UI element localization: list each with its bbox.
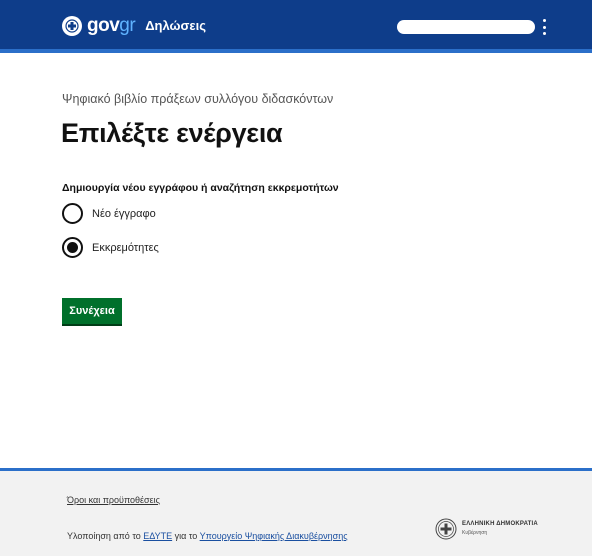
logo-text-gr: gr [119, 15, 136, 36]
gov-mark-text: ΕΛΛΗΝΙΚΗ ΔΗΜΟΚΡΑΤΙΑ Κυβέρνηση [462, 520, 538, 538]
edyte-link[interactable]: ΕΔΥΤΕ [143, 531, 172, 541]
radio-button-pending[interactable] [62, 237, 83, 258]
kebab-dot [542, 19, 546, 22]
top-navbar: govgr Δηλώσεις [0, 0, 592, 53]
gov-mark-subtitle: Κυβέρνηση [462, 530, 488, 536]
govgr-logo[interactable]: govgr Δηλώσεις [62, 14, 206, 38]
radio-option-new-document[interactable]: Νέο έγγραφο [62, 203, 156, 224]
page-caption: Ψηφιακό βιβλίο πράξεων συλλόγου διδασκόν… [62, 92, 334, 106]
implementation-credit: Υλοποίηση από το ΕΔΥΤΕ για το Υπουργείο … [67, 531, 348, 541]
logo-wordmark: govgr [87, 14, 136, 38]
logo-text-gov: gov [87, 15, 120, 36]
hellenic-republic-emblem-icon [435, 518, 457, 540]
kebab-dot [542, 32, 546, 35]
gov-mark-title: ΕΛΛΗΝΙΚΗ ΔΗΜΟΚΡΑΤΙΑ [462, 521, 538, 527]
ministry-link[interactable]: Υπουργείο Ψηφιακής Διακυβέρνησης [200, 531, 348, 541]
radio-label-pending: Εκκρεμότητες [92, 241, 159, 254]
service-name[interactable]: Δηλώσεις [145, 14, 206, 38]
radio-option-pending[interactable]: Εκκρεμότητες [62, 237, 159, 258]
radio-button-new-document[interactable] [62, 203, 83, 224]
terms-link[interactable]: Όροι και προϋποθέσεις [67, 495, 160, 505]
page-footer: Όροι και προϋποθέσεις Υλοποίηση από το Ε… [0, 468, 592, 556]
impl-prefix: Υλοποίηση από το [67, 531, 141, 541]
continue-button[interactable]: Συνέχεια [62, 298, 122, 326]
radio-label-new-document: Νέο έγγραφο [92, 207, 156, 220]
kebab-menu-icon[interactable] [540, 17, 548, 37]
greek-emblem-icon [62, 16, 82, 36]
impl-middle: για το [174, 531, 198, 541]
radio-group-legend: Δημιουργία νέου εγγράφου ή αναζήτηση εκκ… [62, 182, 339, 194]
user-name-pill[interactable] [397, 20, 535, 34]
hellenic-republic-logo: ΕΛΛΗΝΙΚΗ ΔΗΜΟΚΡΑΤΙΑ Κυβέρνηση [435, 518, 538, 540]
kebab-dot [542, 25, 546, 29]
page-title: Επιλέξτε ενέργεια [61, 118, 283, 148]
